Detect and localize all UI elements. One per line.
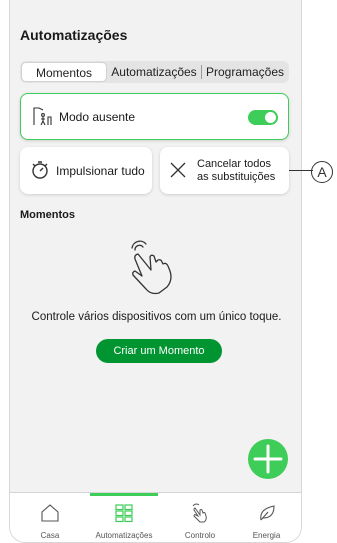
active-indicator [90, 493, 158, 496]
nav-item-energia[interactable]: Energia [230, 493, 301, 542]
close-icon [169, 161, 187, 184]
away-mode-card[interactable]: Modo ausente [20, 93, 289, 140]
nav-label-automatizacoes: Automatizações [95, 531, 153, 540]
nav-item-controlo[interactable]: Controlo [170, 493, 230, 542]
callout-marker: A [311, 161, 333, 183]
boost-all-card[interactable]: Impulsionar tudo [20, 147, 152, 194]
nav-item-automatizacoes[interactable]: Automatizações [90, 493, 158, 542]
create-moment-button[interactable]: Criar um Momento [96, 339, 222, 363]
phone-screen: Automatizações Momentos Automatizações P… [9, 0, 302, 543]
tab-momentos[interactable]: Momentos [21, 62, 107, 82]
cancel-overrides-label: Cancelar todos as substituições [197, 158, 275, 184]
tab-programacoes[interactable]: Programações [202, 62, 288, 82]
toggle-knob [265, 112, 276, 123]
section-title: Momentos [20, 209, 75, 221]
away-mode-icon [31, 105, 53, 132]
away-mode-toggle[interactable] [248, 110, 278, 125]
nav-label-energia: Energia [252, 531, 281, 540]
bottom-nav: Casa Automatizações Controlo Energia [10, 492, 301, 542]
cancel-line-2: as substituições [197, 171, 276, 183]
timer-icon [30, 160, 50, 185]
empty-state-text: Controle vários dispositivos com um únic… [31, 311, 282, 323]
boost-all-label: Impulsionar tudo [56, 164, 145, 178]
callout-line [289, 170, 313, 171]
nav-item-casa[interactable]: Casa [10, 493, 90, 542]
nav-label-casa: Casa [40, 531, 60, 540]
cancel-line-1: Cancelar todos [197, 158, 271, 170]
tap-hand-icon [125, 237, 185, 297]
segmented-tabs: Momentos Automatizações Programações [20, 61, 289, 83]
page-title: Automatizações [20, 27, 128, 43]
grid-icon [115, 504, 133, 523]
leaf-icon [260, 505, 275, 521]
hand-icon [192, 503, 207, 523]
away-mode-label: Modo ausente [59, 110, 136, 124]
nav-label-controlo: Controlo [184, 531, 216, 540]
cancel-overrides-card[interactable]: Cancelar todos as substituições [160, 147, 289, 194]
add-button[interactable] [248, 439, 288, 479]
plus-icon [253, 444, 283, 474]
house-icon [41, 504, 59, 522]
tab-automatizacoes[interactable]: Automatizações [107, 62, 201, 82]
